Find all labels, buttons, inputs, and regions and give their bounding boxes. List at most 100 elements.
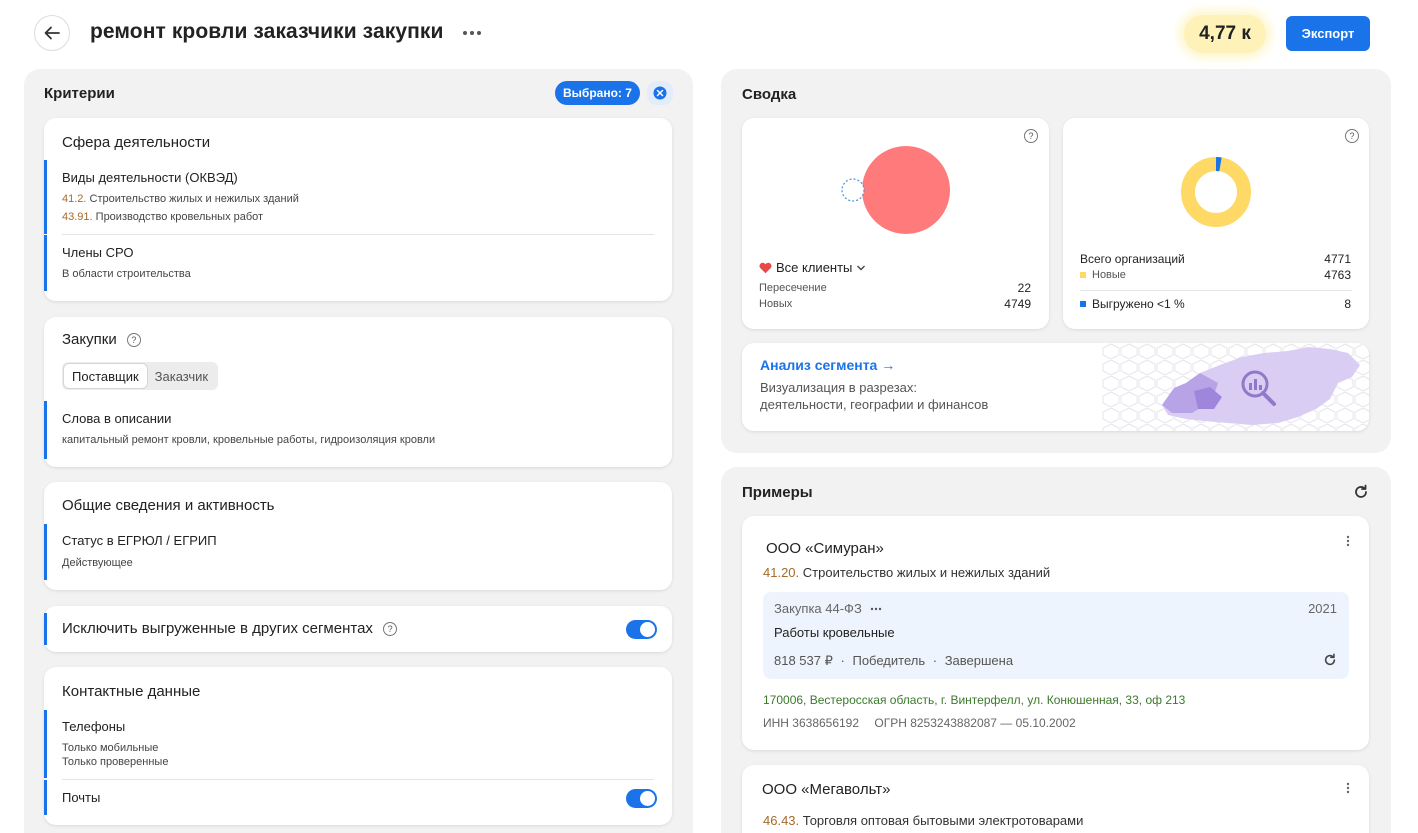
new-orgs-label: Новые [1080, 269, 1126, 281]
organizations-card: ? Всего организаций 4771 Новые 4763 Выгр… [1063, 118, 1369, 329]
new-orgs-value: 4763 [1324, 268, 1351, 282]
chevron-down-icon [857, 265, 866, 270]
purchases-role-switch: Поставщик Заказчик [62, 362, 219, 390]
company-address: 170006, Вестеросская область, г. Винтерф… [763, 693, 1186, 707]
procurement-type: Закупка 44-ФЗ [774, 601, 882, 616]
selected-count-badge: Выбрано: 7 [555, 81, 640, 105]
new-clients-value: 4749 [1004, 297, 1031, 311]
refresh-examples-button[interactable] [1353, 484, 1369, 500]
help-icon[interactable]: ? [126, 333, 141, 348]
russia-map-icon [1102, 343, 1369, 431]
more-vertical-icon [1346, 535, 1350, 547]
company-name[interactable]: ООО «Мегавольт» [762, 781, 890, 798]
analysis-description: Визуализация в разрезах: деятельности, г… [760, 380, 989, 412]
refresh-icon [1355, 484, 1367, 498]
procurement-subject: Работы кровельные [774, 625, 895, 640]
venn-intersection-circle [841, 178, 865, 202]
sro-title[interactable]: Члены СРО [62, 245, 134, 260]
status-title[interactable]: Статус в ЕГРЮЛ / ЕГРИП [62, 533, 217, 548]
new-clients-label: Новых [759, 298, 793, 310]
phones-indicator [44, 710, 47, 778]
examples-title: Примеры [742, 484, 813, 501]
general-info-card: Общие сведения и активность Статус в ЕГР… [44, 482, 672, 590]
more-horizontal-icon [463, 31, 481, 35]
back-button[interactable] [34, 15, 70, 51]
emails-toggle[interactable] [626, 789, 657, 808]
more-vertical-icon [1346, 782, 1350, 794]
procurement-refresh-button[interactable] [1323, 653, 1337, 667]
exclude-toggle[interactable] [626, 620, 657, 639]
words-title[interactable]: Слова в описании [62, 411, 171, 426]
purchases-card: Закупки ? Слова в описании капитальный р… [44, 317, 672, 467]
help-icon[interactable]: ? [1024, 129, 1038, 143]
total-orgs-value: 4771 [1324, 252, 1351, 266]
arrow-left-icon [44, 26, 60, 40]
intersection-value: 22 [1017, 281, 1031, 295]
segment-analysis-link[interactable]: Анализ сегмента → [760, 357, 895, 373]
contacts-card: Контактные данные Телефоны Только мобиль… [44, 667, 672, 825]
export-button[interactable]: Экспорт [1286, 16, 1370, 51]
close-circle-icon [653, 86, 667, 100]
okved-item: 41.2. Строительство жилых и нежилых здан… [62, 193, 299, 205]
emails-title[interactable]: Почты [62, 790, 100, 805]
procurement-year: 2021 [1308, 601, 1337, 616]
exclude-card: Исключить выгруженные в других сегментах… [44, 606, 672, 652]
clear-selection-button[interactable] [647, 81, 673, 105]
general-card-title: Общие сведения и активность [62, 497, 275, 514]
divider [62, 779, 654, 780]
company-okved: 41.20. Строительство жилых и нежилых зда… [763, 565, 1051, 580]
divider [62, 234, 654, 235]
example-company-card[interactable]: ООО «Симуран» 41.20. Строительство жилых… [742, 516, 1369, 750]
refresh-icon [1324, 653, 1336, 666]
total-orgs-label: Всего организаций [1080, 252, 1185, 266]
heart-icon [759, 262, 772, 273]
sro-value: В области строительства [62, 268, 191, 280]
contacts-card-title: Контактные данные [62, 683, 201, 700]
help-icon[interactable]: ? [1345, 129, 1359, 143]
tab-supplier[interactable]: Поставщик [64, 364, 147, 388]
words-value: капитальный ремонт кровли, кровельные ра… [62, 434, 436, 446]
exported-orgs-label: Выгружено <1 % [1080, 297, 1185, 311]
donut-new-segment [1181, 157, 1251, 227]
words-indicator [44, 401, 47, 459]
phones-value: Только проверенные [62, 756, 169, 768]
company-menu-button[interactable] [1340, 533, 1356, 549]
status-value: Действующее [62, 557, 133, 569]
okved-title[interactable]: Виды деятельности (ОКВЭД) [62, 170, 238, 185]
clients-venn-chart [841, 146, 950, 234]
total-count-badge: 4,77 к [1184, 15, 1266, 53]
status-indicator [44, 524, 47, 580]
purchases-card-title: Закупки ? [62, 331, 141, 348]
phones-title[interactable]: Телефоны [62, 719, 125, 734]
more-options-button[interactable] [458, 20, 486, 46]
legend-swatch-new [1080, 272, 1086, 278]
company-name[interactable]: ООО «Симуран» [766, 540, 884, 557]
exported-orgs-value: 8 [1344, 297, 1351, 311]
procurement-details: 818 537 ₽ · Победитель · Завершена [774, 653, 1014, 668]
sro-indicator [44, 235, 47, 291]
intersection-label: Пересечение [759, 282, 827, 294]
clients-selector[interactable]: Все клиенты [759, 260, 866, 275]
tab-customer[interactable]: Заказчик [147, 364, 216, 388]
example-company-card[interactable]: ООО «Мегавольт» 46.43. Торговля оптовая … [742, 765, 1369, 833]
okved-item: 43.91. Производство кровельных работ [62, 211, 264, 223]
organizations-donut-chart [1181, 157, 1251, 227]
criteria-title: Критерии [44, 85, 115, 102]
help-icon[interactable]: ? [383, 622, 398, 637]
page-title: ремонт кровли заказчики закупки [90, 20, 444, 43]
exclude-indicator [44, 613, 47, 645]
company-menu-button[interactable] [1340, 780, 1356, 796]
emails-indicator [44, 780, 47, 815]
okved-indicator [44, 160, 47, 234]
company-ids: ИНН 3638656192 ОГРН 8253243882087 — 05.1… [763, 716, 1076, 730]
more-horizontal-icon[interactable] [870, 607, 882, 611]
legend-swatch-exported [1080, 301, 1086, 307]
segment-analysis-card[interactable]: Анализ сегмента → Визуализация в разреза… [742, 343, 1369, 431]
divider [1080, 290, 1352, 291]
clients-card: ? Все клиенты Пересечение 22 Новых 4749 [742, 118, 1049, 329]
company-okved: 46.43. Торговля оптовая бытовыми электро… [763, 813, 1084, 828]
activity-card-title: Сфера деятельности [62, 134, 211, 151]
venn-main-circle [862, 146, 950, 234]
summary-title: Сводка [742, 86, 797, 103]
activity-card: Сфера деятельности Виды деятельности (ОК… [44, 118, 672, 301]
